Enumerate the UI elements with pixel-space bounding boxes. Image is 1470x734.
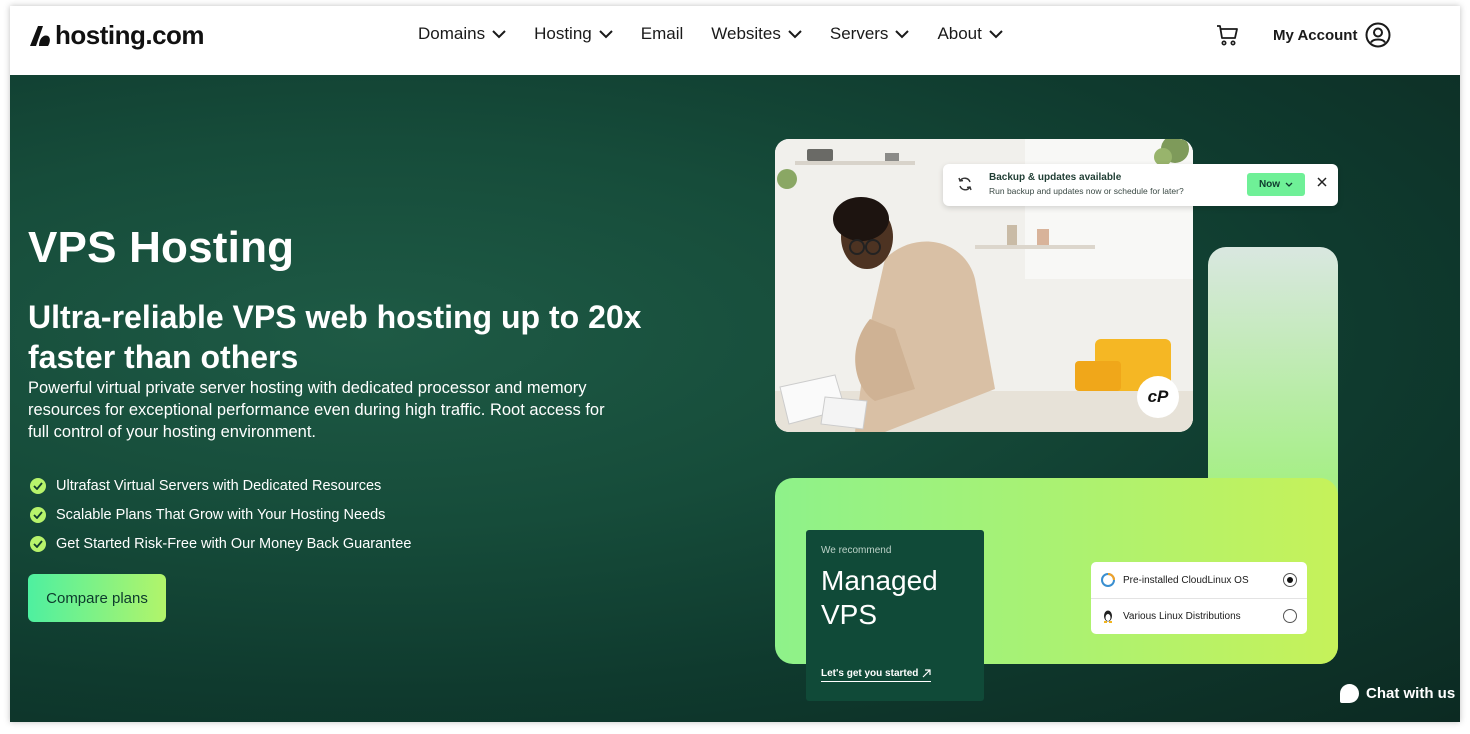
recommend-title-line1: Managed xyxy=(821,565,938,596)
check-icon xyxy=(30,535,46,552)
os-option-label: Pre-installed CloudLinux OS xyxy=(1123,574,1249,586)
now-label: Now xyxy=(1258,179,1281,190)
notification-title: Backup & updates available xyxy=(989,172,1122,183)
nav-item-label: Websites xyxy=(711,24,781,43)
feature-item: Get Started Risk-Free with Our Money Bac… xyxy=(30,529,411,558)
refresh-icon xyxy=(958,177,972,191)
nav-item-label: About xyxy=(937,24,982,43)
account-button[interactable]: My Account xyxy=(1273,22,1391,48)
user-circle-icon xyxy=(1365,22,1391,48)
site-header: hosting.com Domains Hosting Email Websit… xyxy=(10,6,1460,75)
feature-list: Ultrafast Virtual Servers with Dedicated… xyxy=(30,471,411,558)
check-icon xyxy=(30,506,46,523)
account-label: My Account xyxy=(1273,26,1358,44)
logo-mark-icon xyxy=(30,25,50,46)
check-icon xyxy=(30,477,46,494)
arrow-up-right-icon xyxy=(922,669,932,678)
feature-item: Scalable Plans That Grow with Your Hosti… xyxy=(30,500,411,529)
chevron-down-icon xyxy=(599,29,613,38)
recommend-kicker: We recommend xyxy=(821,545,892,556)
compare-plans-button[interactable]: Compare plans xyxy=(28,574,166,622)
brand-name: hosting.com xyxy=(55,20,205,50)
recommend-title: Managed VPS xyxy=(821,564,938,632)
brand-logo[interactable]: hosting.com xyxy=(27,20,205,51)
hero-description: Powerful virtual private server hosting … xyxy=(28,379,605,441)
close-icon[interactable] xyxy=(1317,177,1327,187)
radio-unselected[interactable] xyxy=(1283,609,1297,623)
main-nav: Domains Hosting Email Websites Servers A… xyxy=(418,24,1031,44)
os-option-cloudlinux[interactable]: Pre-installed CloudLinux OS xyxy=(1091,562,1307,598)
chevron-down-icon xyxy=(989,29,1003,38)
chat-bubble-icon xyxy=(1340,684,1359,703)
chevron-down-icon xyxy=(1285,182,1293,187)
chevron-down-icon xyxy=(895,29,910,38)
cart-button[interactable] xyxy=(1216,23,1240,52)
recommend-title-line2: VPS xyxy=(821,599,878,630)
get-started-link[interactable]: Let's get you started xyxy=(821,668,932,682)
os-option-linux[interactable]: Various Linux Distributions xyxy=(1091,598,1307,634)
nav-item-servers[interactable]: Servers xyxy=(830,24,910,44)
tux-icon xyxy=(1104,610,1112,623)
nav-item-email[interactable]: Email xyxy=(641,24,684,44)
feature-text: Get Started Risk-Free with Our Money Bac… xyxy=(56,535,412,552)
chat-label: Chat with us xyxy=(1366,685,1456,702)
now-dropdown-button[interactable]: Now xyxy=(1247,173,1305,196)
nav-item-label: Hosting xyxy=(534,24,592,43)
chevron-down-icon xyxy=(788,29,802,38)
feature-item: Ultrafast Virtual Servers with Dedicated… xyxy=(30,471,411,500)
cart-icon xyxy=(1217,25,1238,46)
cloudlinux-icon xyxy=(1101,573,1115,587)
nav-item-label: Email xyxy=(640,24,684,43)
radio-selected[interactable] xyxy=(1283,573,1297,587)
os-option-label: Various Linux Distributions xyxy=(1123,610,1241,622)
page-frame: hosting.com Domains Hosting Email Websit… xyxy=(10,6,1460,722)
nav-item-label: Servers xyxy=(829,24,889,43)
chat-widget-button[interactable]: Chat with us xyxy=(1340,684,1455,703)
hero-subtitle: Ultra-reliable VPS web hosting up to 20x… xyxy=(28,299,642,375)
chevron-down-icon xyxy=(492,29,506,38)
nav-item-websites[interactable]: Websites xyxy=(711,24,802,44)
cpanel-badge: cP xyxy=(1137,376,1179,418)
get-started-label: Let's get you started xyxy=(821,668,919,679)
notification-text: Run backup and updates now or schedule f… xyxy=(989,186,1184,196)
recommend-card: We recommend Managed VPS Let's get you s… xyxy=(806,530,984,701)
nav-item-hosting[interactable]: Hosting xyxy=(534,24,613,44)
feature-text: Ultrafast Virtual Servers with Dedicated… xyxy=(56,477,382,494)
hero-section: VPS Hosting Ultra-reliable VPS web hosti… xyxy=(10,75,1460,722)
backup-notification: Backup & updates available Run backup an… xyxy=(943,164,1338,206)
nav-item-domains[interactable]: Domains xyxy=(418,24,506,44)
nav-item-about[interactable]: About xyxy=(937,24,1003,44)
nav-item-label: Domains xyxy=(418,24,486,43)
os-options-card: Pre-installed CloudLinux OS Various Linu… xyxy=(1091,562,1307,634)
feature-text: Scalable Plans That Grow with Your Hosti… xyxy=(56,506,386,523)
page-title: VPS Hosting xyxy=(28,223,295,272)
